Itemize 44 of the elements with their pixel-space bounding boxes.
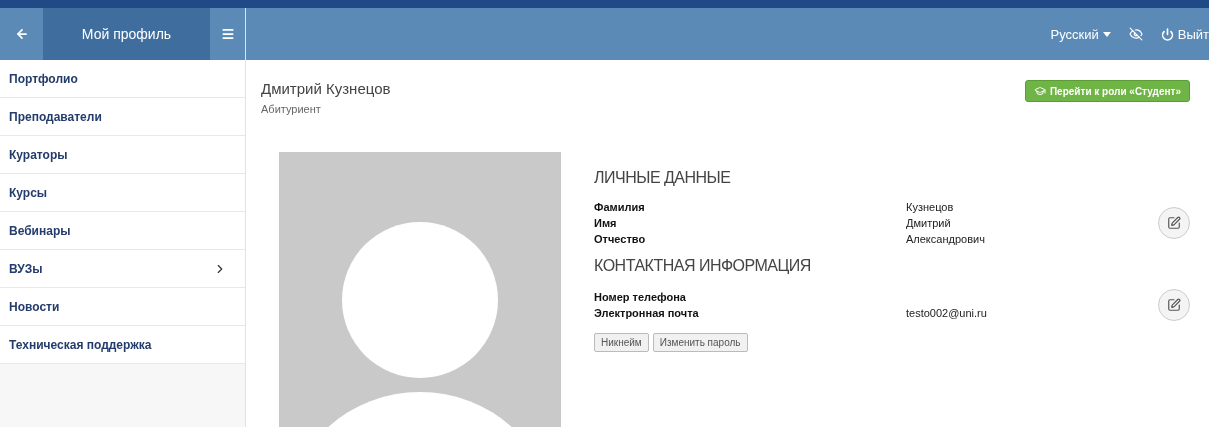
menu-icon xyxy=(220,27,235,41)
field-label: Имя xyxy=(594,217,618,229)
sidebar-item[interactable]: Преподаватели xyxy=(0,98,245,136)
section-title: КОНТАКТНАЯ ИНФОРМАЦИЯ xyxy=(594,257,812,275)
sidebar-item-label: Курсы xyxy=(9,185,48,200)
logout-link[interactable]: Выйт xyxy=(1160,26,1209,42)
secondary-button[interactable]: Никнейм xyxy=(594,333,649,352)
caret-icon xyxy=(1102,31,1111,37)
sidebar-item[interactable]: Курсы xyxy=(0,174,245,212)
sidebar-item-label: Вебинары xyxy=(9,223,71,238)
field-value: Александрович xyxy=(906,233,985,245)
sidebar-item[interactable]: Портфолио xyxy=(0,60,245,98)
field-value: Дмитрий xyxy=(906,217,952,229)
graduation-cap-icon xyxy=(1033,85,1046,97)
sidebar-item-label: Кураторы xyxy=(9,147,68,162)
menu-button[interactable] xyxy=(210,8,245,60)
field-label: Фамилия xyxy=(594,201,646,213)
sidebar-item-label: ВУЗы xyxy=(9,261,43,276)
field-value: testo002@uni.ru xyxy=(906,307,987,319)
user-name: Дмитрий Кузнецов xyxy=(261,80,391,97)
secondary-button[interactable]: Изменить пароль xyxy=(652,333,748,352)
sidebar-item[interactable]: Вебинары xyxy=(0,212,245,250)
sidebar-item-label: Техническая поддержка xyxy=(9,337,152,352)
edit-icon xyxy=(1167,298,1181,312)
field-label: Номер телефона xyxy=(594,291,687,303)
sidebar-item-label: Новости xyxy=(9,299,60,314)
sidebar-item[interactable]: ВУЗы xyxy=(0,250,245,288)
user-role: Абитуриент xyxy=(261,103,322,115)
sidebar-item-label: Преподаватели xyxy=(9,109,102,124)
field-label: Отчество xyxy=(594,233,647,245)
field-value: Кузнецов xyxy=(906,201,955,213)
edit-button[interactable] xyxy=(1158,207,1190,239)
sidebar-title: Мой профиль xyxy=(43,8,210,60)
language-dropdown[interactable]: Русский xyxy=(1050,26,1111,42)
section-title: ЛИЧНЫЕ ДАННЫЕ xyxy=(594,169,732,187)
power-icon xyxy=(1160,27,1174,41)
sidebar-item[interactable]: Новости xyxy=(0,288,245,326)
sidebar-item[interactable]: Техническая поддержка xyxy=(0,326,245,364)
sidebar-item[interactable]: Кураторы xyxy=(0,136,245,174)
edit-button[interactable] xyxy=(1158,289,1190,321)
field-label: Электронная почта xyxy=(594,307,700,319)
sidebar-item-label: Портфолио xyxy=(9,71,78,86)
eye-off-icon[interactable] xyxy=(1128,27,1143,41)
edit-icon xyxy=(1167,216,1181,230)
